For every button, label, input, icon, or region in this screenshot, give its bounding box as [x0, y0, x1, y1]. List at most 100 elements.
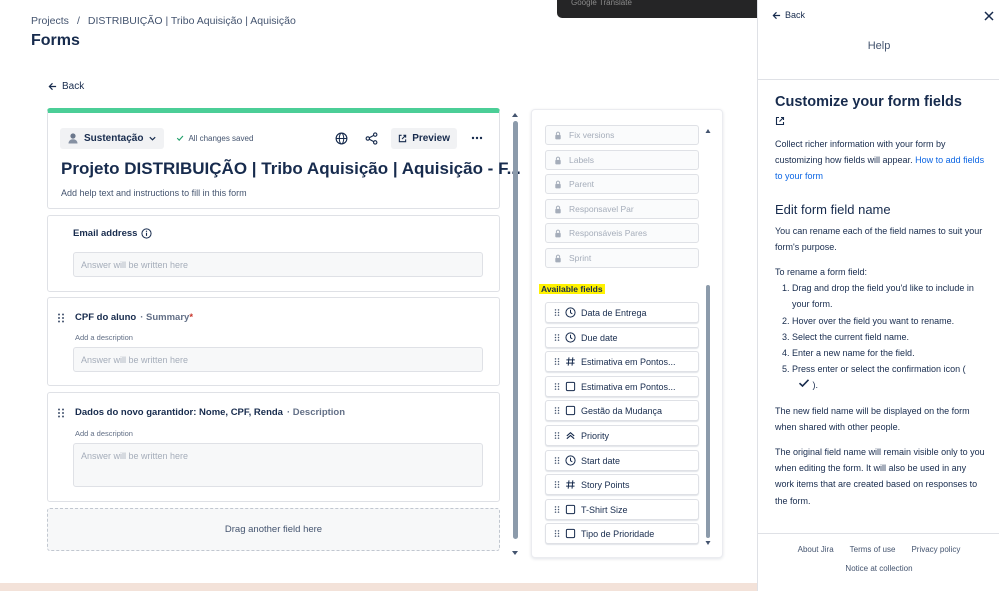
- available-field[interactable]: Gestão da Mudança: [545, 400, 699, 421]
- form-field-email[interactable]: Email address Answer will be written her…: [47, 215, 500, 292]
- field-panel-scrollbar-thumb[interactable]: [706, 285, 710, 538]
- available-field[interactable]: Due date: [545, 327, 699, 348]
- help-step: Drag and drop the field you'd like to in…: [792, 280, 987, 312]
- footer-link-notice[interactable]: Notice at collection: [758, 564, 999, 573]
- required-mark: *: [189, 312, 194, 323]
- drag-handle-icon[interactable]: [554, 406, 560, 415]
- field-description[interactable]: Add a description: [75, 429, 133, 438]
- used-field: Fix versions: [545, 125, 699, 145]
- breadcrumb-project-name[interactable]: DISTRIBUIÇÃO | Tribo Aquisição | Aquisiç…: [88, 15, 296, 27]
- project-selector[interactable]: Sustentação: [60, 127, 165, 149]
- lock-icon: [555, 205, 561, 213]
- available-field[interactable]: Priority: [545, 425, 699, 446]
- more-icon: [471, 136, 483, 140]
- lock-icon: [555, 180, 561, 188]
- drag-handle-icon[interactable]: [57, 313, 65, 323]
- save-status: All changes saved: [176, 134, 253, 143]
- drag-handle-icon[interactable]: [554, 480, 560, 489]
- form-title[interactable]: Projeto DISTRIBUIÇÃO | Tribo Aquisição |…: [61, 159, 521, 179]
- project-avatar-icon: [68, 133, 78, 144]
- drag-handle-icon[interactable]: [554, 382, 560, 391]
- field-label[interactable]: CPF do aluno · Summary *: [75, 312, 193, 323]
- drag-handle-icon[interactable]: [554, 456, 560, 465]
- drag-handle-icon[interactable]: [554, 357, 560, 366]
- field-type: · Description: [286, 407, 346, 418]
- hash-icon: [566, 480, 575, 489]
- field-panel: Fix versions Labels Parent Responsavel P…: [531, 109, 723, 558]
- help-heading: Help: [867, 40, 891, 52]
- available-field[interactable]: Story Points: [545, 474, 699, 495]
- project-label: Sustentação: [84, 132, 144, 144]
- back-label: Back: [62, 81, 85, 92]
- used-field: Responsavel Par: [545, 199, 699, 219]
- help-back-button[interactable]: Back: [772, 10, 805, 20]
- available-field[interactable]: Start date: [545, 450, 699, 471]
- help-note: The new field name will be displayed on …: [775, 405, 970, 432]
- taskbar: [0, 583, 757, 591]
- available-field[interactable]: Estimativa em Pontos...: [545, 351, 699, 372]
- preview-button[interactable]: Preview: [391, 127, 457, 149]
- back-button[interactable]: Back: [48, 81, 84, 92]
- close-icon[interactable]: [983, 10, 995, 22]
- field-label[interactable]: Email address: [73, 228, 153, 239]
- form-field-cpf[interactable]: CPF do aluno · Summary * Add a descriptio…: [47, 297, 500, 386]
- arrow-left-icon: [772, 11, 781, 19]
- external-link-icon: [398, 134, 407, 142]
- used-field: Labels: [545, 150, 699, 170]
- save-status-text: All changes saved: [188, 133, 254, 143]
- footer-link-terms[interactable]: Terms of use: [850, 545, 896, 554]
- help-steps: Drag and drop the field you'd like to in…: [775, 280, 987, 393]
- available-field[interactable]: Estimativa em Pontos...: [545, 376, 699, 397]
- help-back-label: Back: [785, 10, 806, 20]
- help-header: Back Help: [758, 0, 999, 80]
- hash-icon: [566, 357, 575, 366]
- form-field-garantidor[interactable]: Dados do novo garantidor: Nome, CPF, Ren…: [47, 392, 500, 502]
- external-link-icon[interactable]: [775, 116, 785, 126]
- checkbox-icon: [565, 504, 576, 515]
- help-panel: Back Help Customize your form fields Col…: [757, 0, 999, 591]
- help-steps-intro: To rename a form field:: [775, 267, 868, 278]
- answer-preview: Answer will be written here: [73, 443, 483, 487]
- drag-handle-icon[interactable]: [554, 505, 560, 514]
- more-button[interactable]: [467, 128, 487, 148]
- chevron-down-icon: [149, 136, 157, 141]
- used-field: Responsáveis Pares: [545, 223, 699, 243]
- info-icon[interactable]: [141, 228, 153, 239]
- breadcrumb: Projects / DISTRIBUIÇÃO | Tribo Aquisiçã…: [31, 15, 296, 27]
- share-button[interactable]: [361, 128, 381, 148]
- help-article: Customize your form fields Collect riche…: [775, 92, 987, 518]
- drag-handle-icon[interactable]: [554, 333, 560, 342]
- footer-link-about[interactable]: About Jira: [798, 545, 834, 554]
- help-step: Press enter or select the confirmation i…: [792, 361, 987, 393]
- checkbox-icon: [565, 381, 576, 392]
- drag-handle-icon[interactable]: [554, 529, 560, 538]
- form-header-card: Sustentação All changes saved Preview Pr…: [47, 108, 521, 209]
- answer-preview: Answer will be written here: [73, 347, 483, 372]
- form-help-text[interactable]: Add help text and instructions to fill i…: [61, 188, 247, 198]
- available-field[interactable]: Data de Entrega: [545, 302, 699, 323]
- available-field[interactable]: Tipo de Prioridade: [545, 523, 699, 544]
- field-description[interactable]: Add a description: [75, 333, 133, 342]
- globe-icon: [335, 132, 348, 144]
- lock-icon: [555, 156, 561, 164]
- used-field: Parent: [545, 174, 699, 194]
- answer-preview: Answer will be written here: [73, 252, 483, 277]
- arrow-left-icon: [48, 82, 57, 91]
- language-button[interactable]: [331, 128, 351, 148]
- drag-handle-icon[interactable]: [554, 308, 560, 317]
- available-fields-title: Available fields: [539, 284, 605, 294]
- share-icon: [365, 131, 378, 145]
- breadcrumb-projects[interactable]: Projects: [31, 15, 69, 27]
- drop-zone[interactable]: Drag another field here: [47, 508, 500, 551]
- field-label[interactable]: Dados do novo garantidor: Nome, CPF, Ren…: [75, 407, 345, 418]
- form-scrollbar-thumb[interactable]: [513, 121, 518, 539]
- clock-icon: [565, 455, 576, 466]
- drag-handle-icon[interactable]: [57, 408, 65, 418]
- lock-icon: [555, 254, 561, 262]
- drag-handle-icon[interactable]: [554, 431, 560, 440]
- help-section-intro: You can rename each of the field names t…: [775, 225, 983, 252]
- preview-label: Preview: [412, 132, 450, 144]
- help-step: Hover over the field you want to rename.: [792, 313, 987, 329]
- footer-link-privacy[interactable]: Privacy policy: [911, 545, 960, 554]
- available-field[interactable]: T-Shirt Size: [545, 499, 699, 520]
